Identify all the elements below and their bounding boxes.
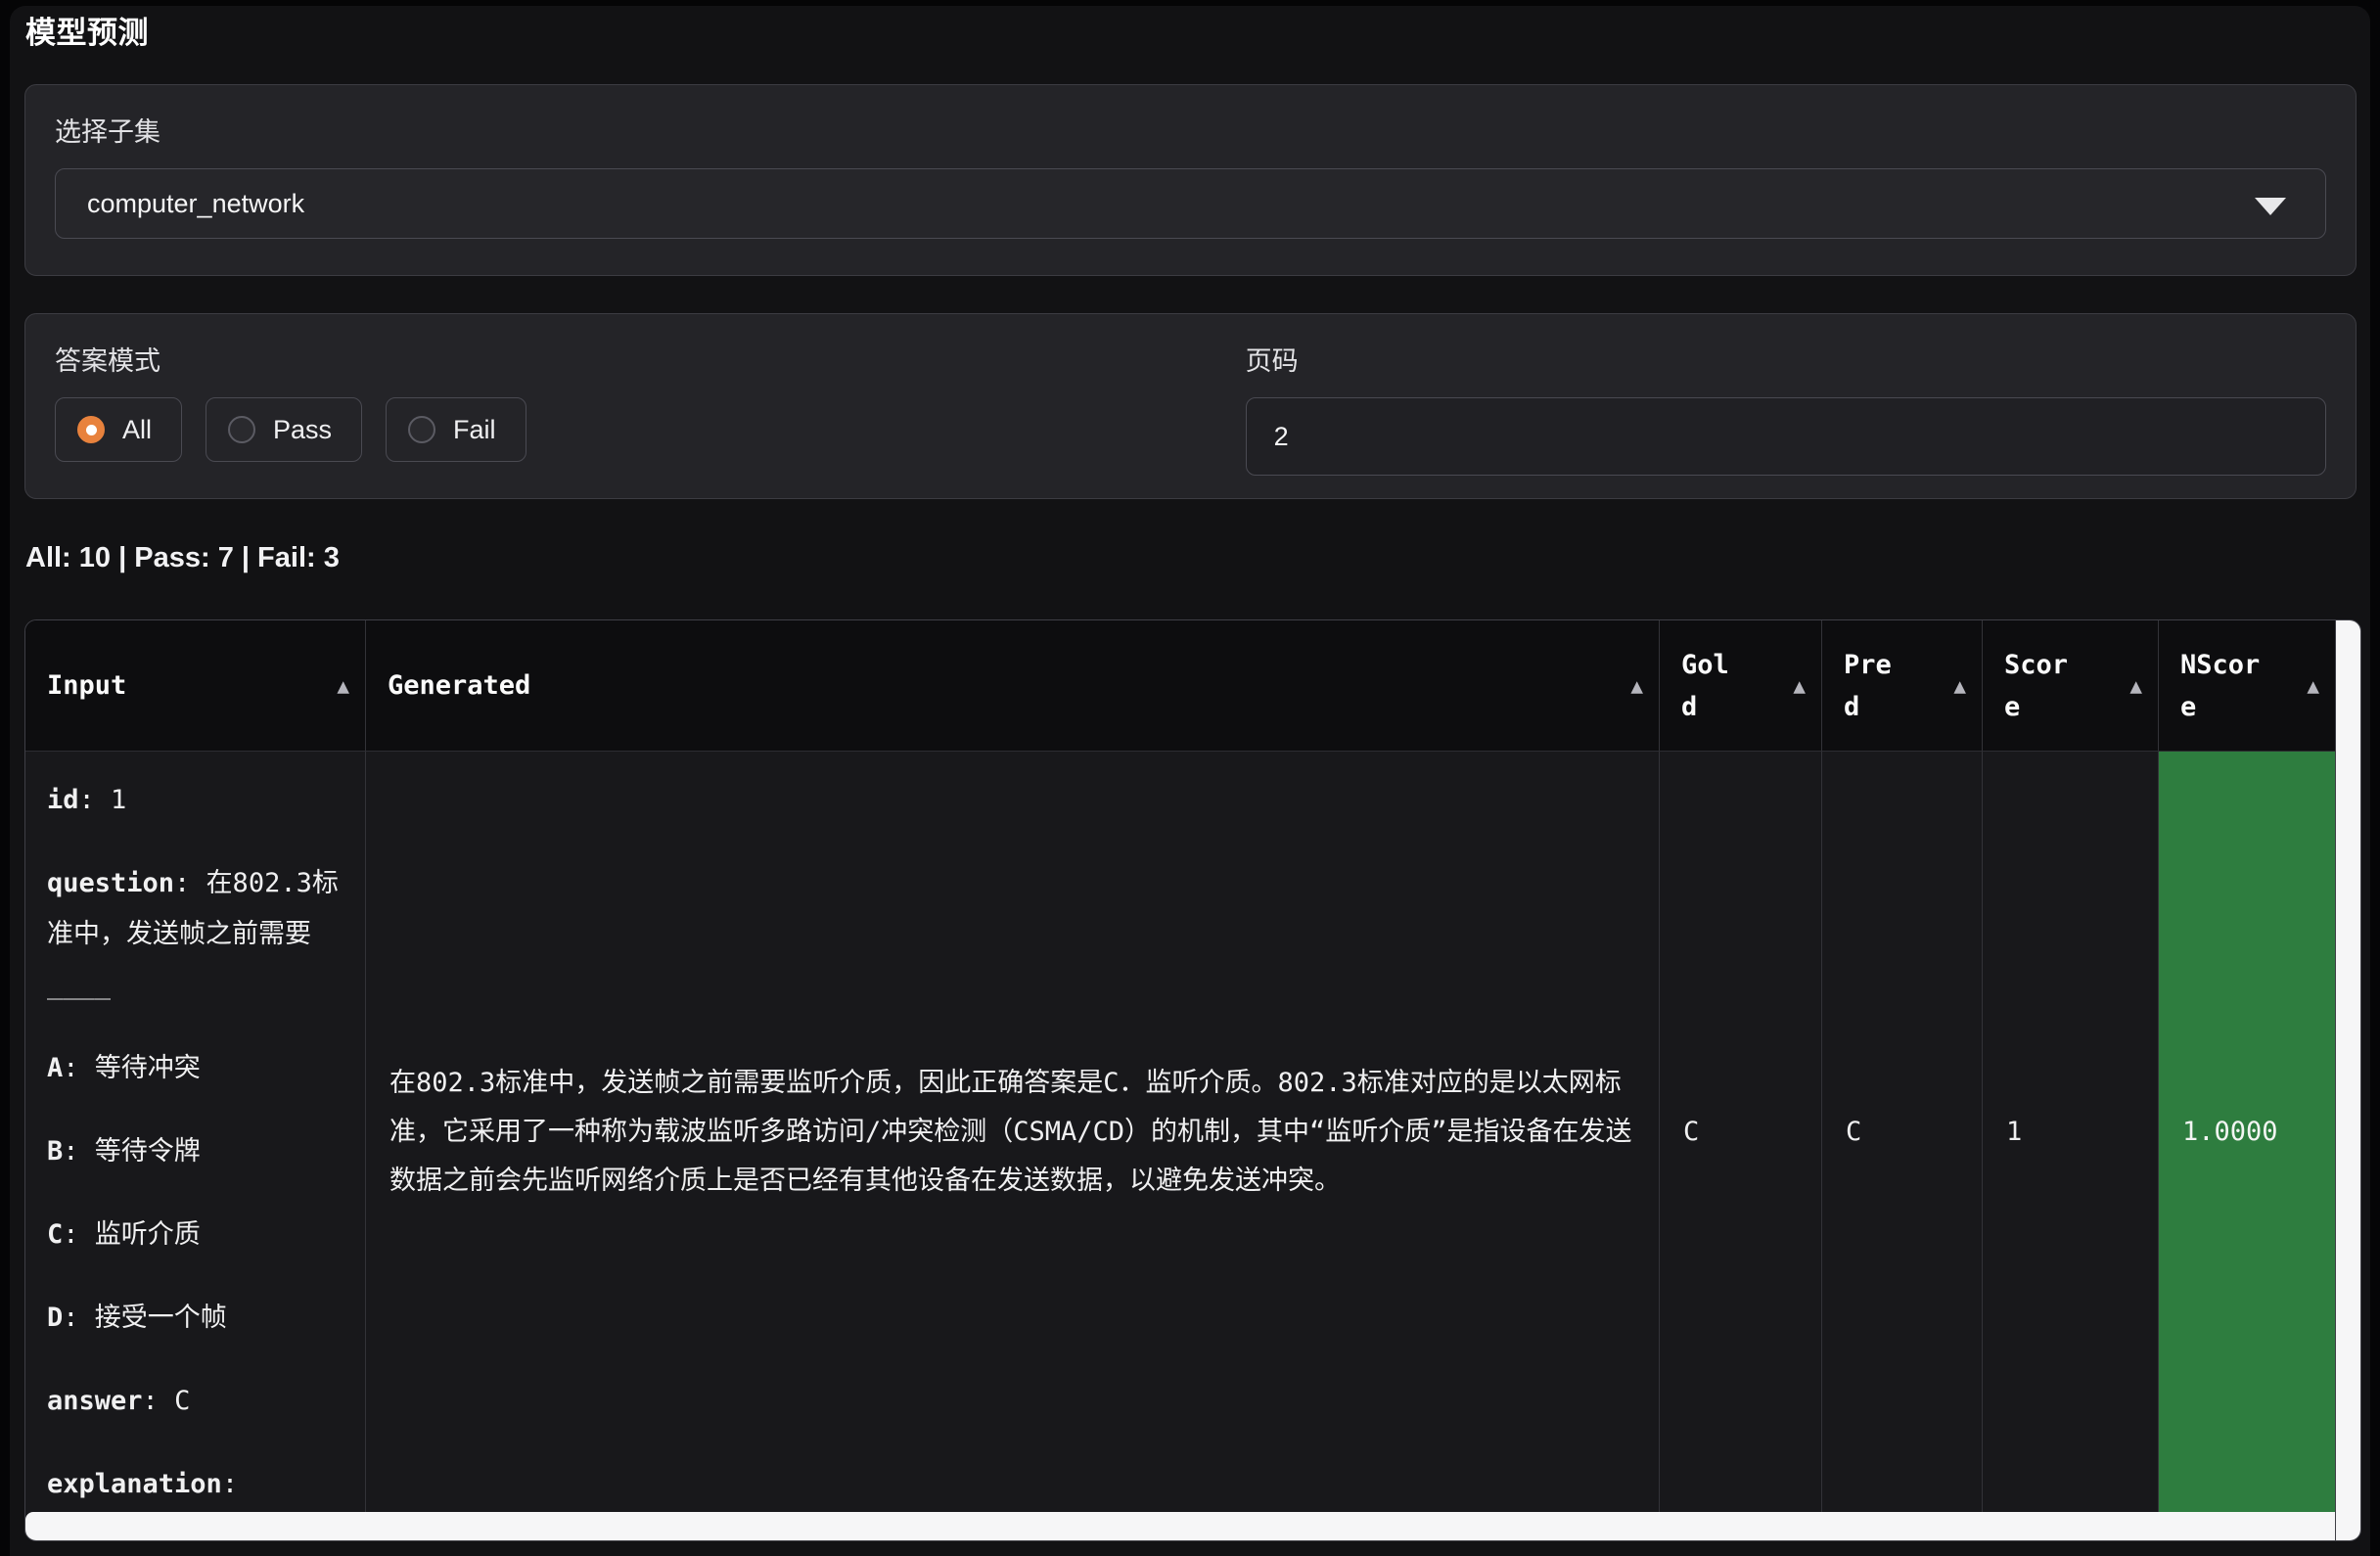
cell-pred[interactable]: C bbox=[1821, 751, 1982, 1512]
input-field: B: 等待令牌 bbox=[47, 1126, 345, 1177]
input-field: id: 1 bbox=[47, 775, 345, 826]
cell-input[interactable]: id: 1 question: 在802.3标准中，发送帧之前需要____ A:… bbox=[25, 751, 365, 1512]
answer-mode-radio-row: All Pass Fail bbox=[55, 397, 1203, 462]
input-field: C: 监听介质 bbox=[47, 1210, 345, 1260]
radio-option-label: All bbox=[122, 415, 152, 445]
app-container: 模型预测 选择子集 computer_network 答案模式 All Pass bbox=[10, 6, 2370, 1556]
sort-ascending-icon[interactable]: ▲ bbox=[2129, 674, 2142, 698]
subset-panel: 选择子集 computer_network bbox=[24, 84, 2357, 276]
filters-panel: 答案模式 All Pass Fail 页码 bbox=[24, 313, 2357, 499]
cell-score[interactable]: 1 bbox=[1982, 751, 2158, 1512]
cell-nscore[interactable]: 1.0000 bbox=[2158, 751, 2335, 1512]
input-field: A: 等待冲突 bbox=[47, 1043, 345, 1094]
page-number-group: 页码 bbox=[1246, 340, 2326, 473]
answer-mode-label: 答案模式 bbox=[55, 340, 1203, 378]
sort-ascending-icon[interactable]: ▲ bbox=[337, 674, 349, 698]
subset-select-value: computer_network bbox=[87, 189, 304, 219]
answer-mode-group: 答案模式 All Pass Fail bbox=[55, 340, 1203, 473]
radio-option-pass[interactable]: Pass bbox=[206, 397, 362, 462]
radio-icon[interactable] bbox=[77, 416, 105, 443]
vertical-scrollbar[interactable] bbox=[2335, 620, 2360, 1540]
column-header-pred[interactable]: Pred ▲ bbox=[1821, 620, 1982, 751]
sort-ascending-icon[interactable]: ▲ bbox=[1953, 674, 1966, 698]
cell-gold[interactable]: C bbox=[1659, 751, 1821, 1512]
radio-option-fail[interactable]: Fail bbox=[386, 397, 526, 462]
page-number-input[interactable] bbox=[1246, 397, 2326, 476]
horizontal-scrollbar[interactable] bbox=[25, 1512, 2335, 1540]
sort-ascending-icon[interactable]: ▲ bbox=[2307, 674, 2319, 698]
subset-label: 选择子集 bbox=[55, 111, 2326, 149]
sort-ascending-icon[interactable]: ▲ bbox=[1630, 674, 1643, 698]
predictions-table: Input ▲ Generated ▲ Gold ▲ Pred ▲ Score … bbox=[24, 619, 2361, 1541]
input-field: answer: C bbox=[47, 1376, 345, 1427]
sort-ascending-icon[interactable]: ▲ bbox=[1793, 674, 1806, 698]
radio-icon[interactable] bbox=[228, 416, 255, 443]
input-field: D: 接受一个帧 bbox=[47, 1293, 345, 1344]
results-summary: All: 10 | Pass: 7 | Fail: 3 bbox=[25, 542, 340, 574]
radio-icon[interactable] bbox=[408, 416, 435, 443]
cell-generated[interactable]: 在802.3标准中，发送帧之前需要监听介质，因此正确答案是C．监听介质。802.… bbox=[365, 751, 1659, 1512]
chevron-down-icon[interactable] bbox=[2255, 198, 2286, 215]
column-header-gold[interactable]: Gold ▲ bbox=[1659, 620, 1821, 751]
radio-option-all[interactable]: All bbox=[55, 397, 182, 462]
column-header-nscore[interactable]: NScore ▲ bbox=[2158, 620, 2335, 751]
column-header-score[interactable]: Score ▲ bbox=[1982, 620, 2158, 751]
radio-option-label: Fail bbox=[453, 415, 496, 445]
column-header-input[interactable]: Input ▲ bbox=[25, 620, 365, 751]
column-header-generated[interactable]: Generated ▲ bbox=[365, 620, 1659, 751]
page-number-label: 页码 bbox=[1246, 340, 2326, 378]
page-title: 模型预测 bbox=[25, 8, 149, 52]
radio-option-label: Pass bbox=[273, 415, 332, 445]
input-field: question: 在802.3标准中，发送帧之前需要____ bbox=[47, 858, 345, 1011]
input-field: explanation: bbox=[47, 1459, 345, 1510]
subset-select[interactable]: computer_network bbox=[55, 168, 2326, 239]
